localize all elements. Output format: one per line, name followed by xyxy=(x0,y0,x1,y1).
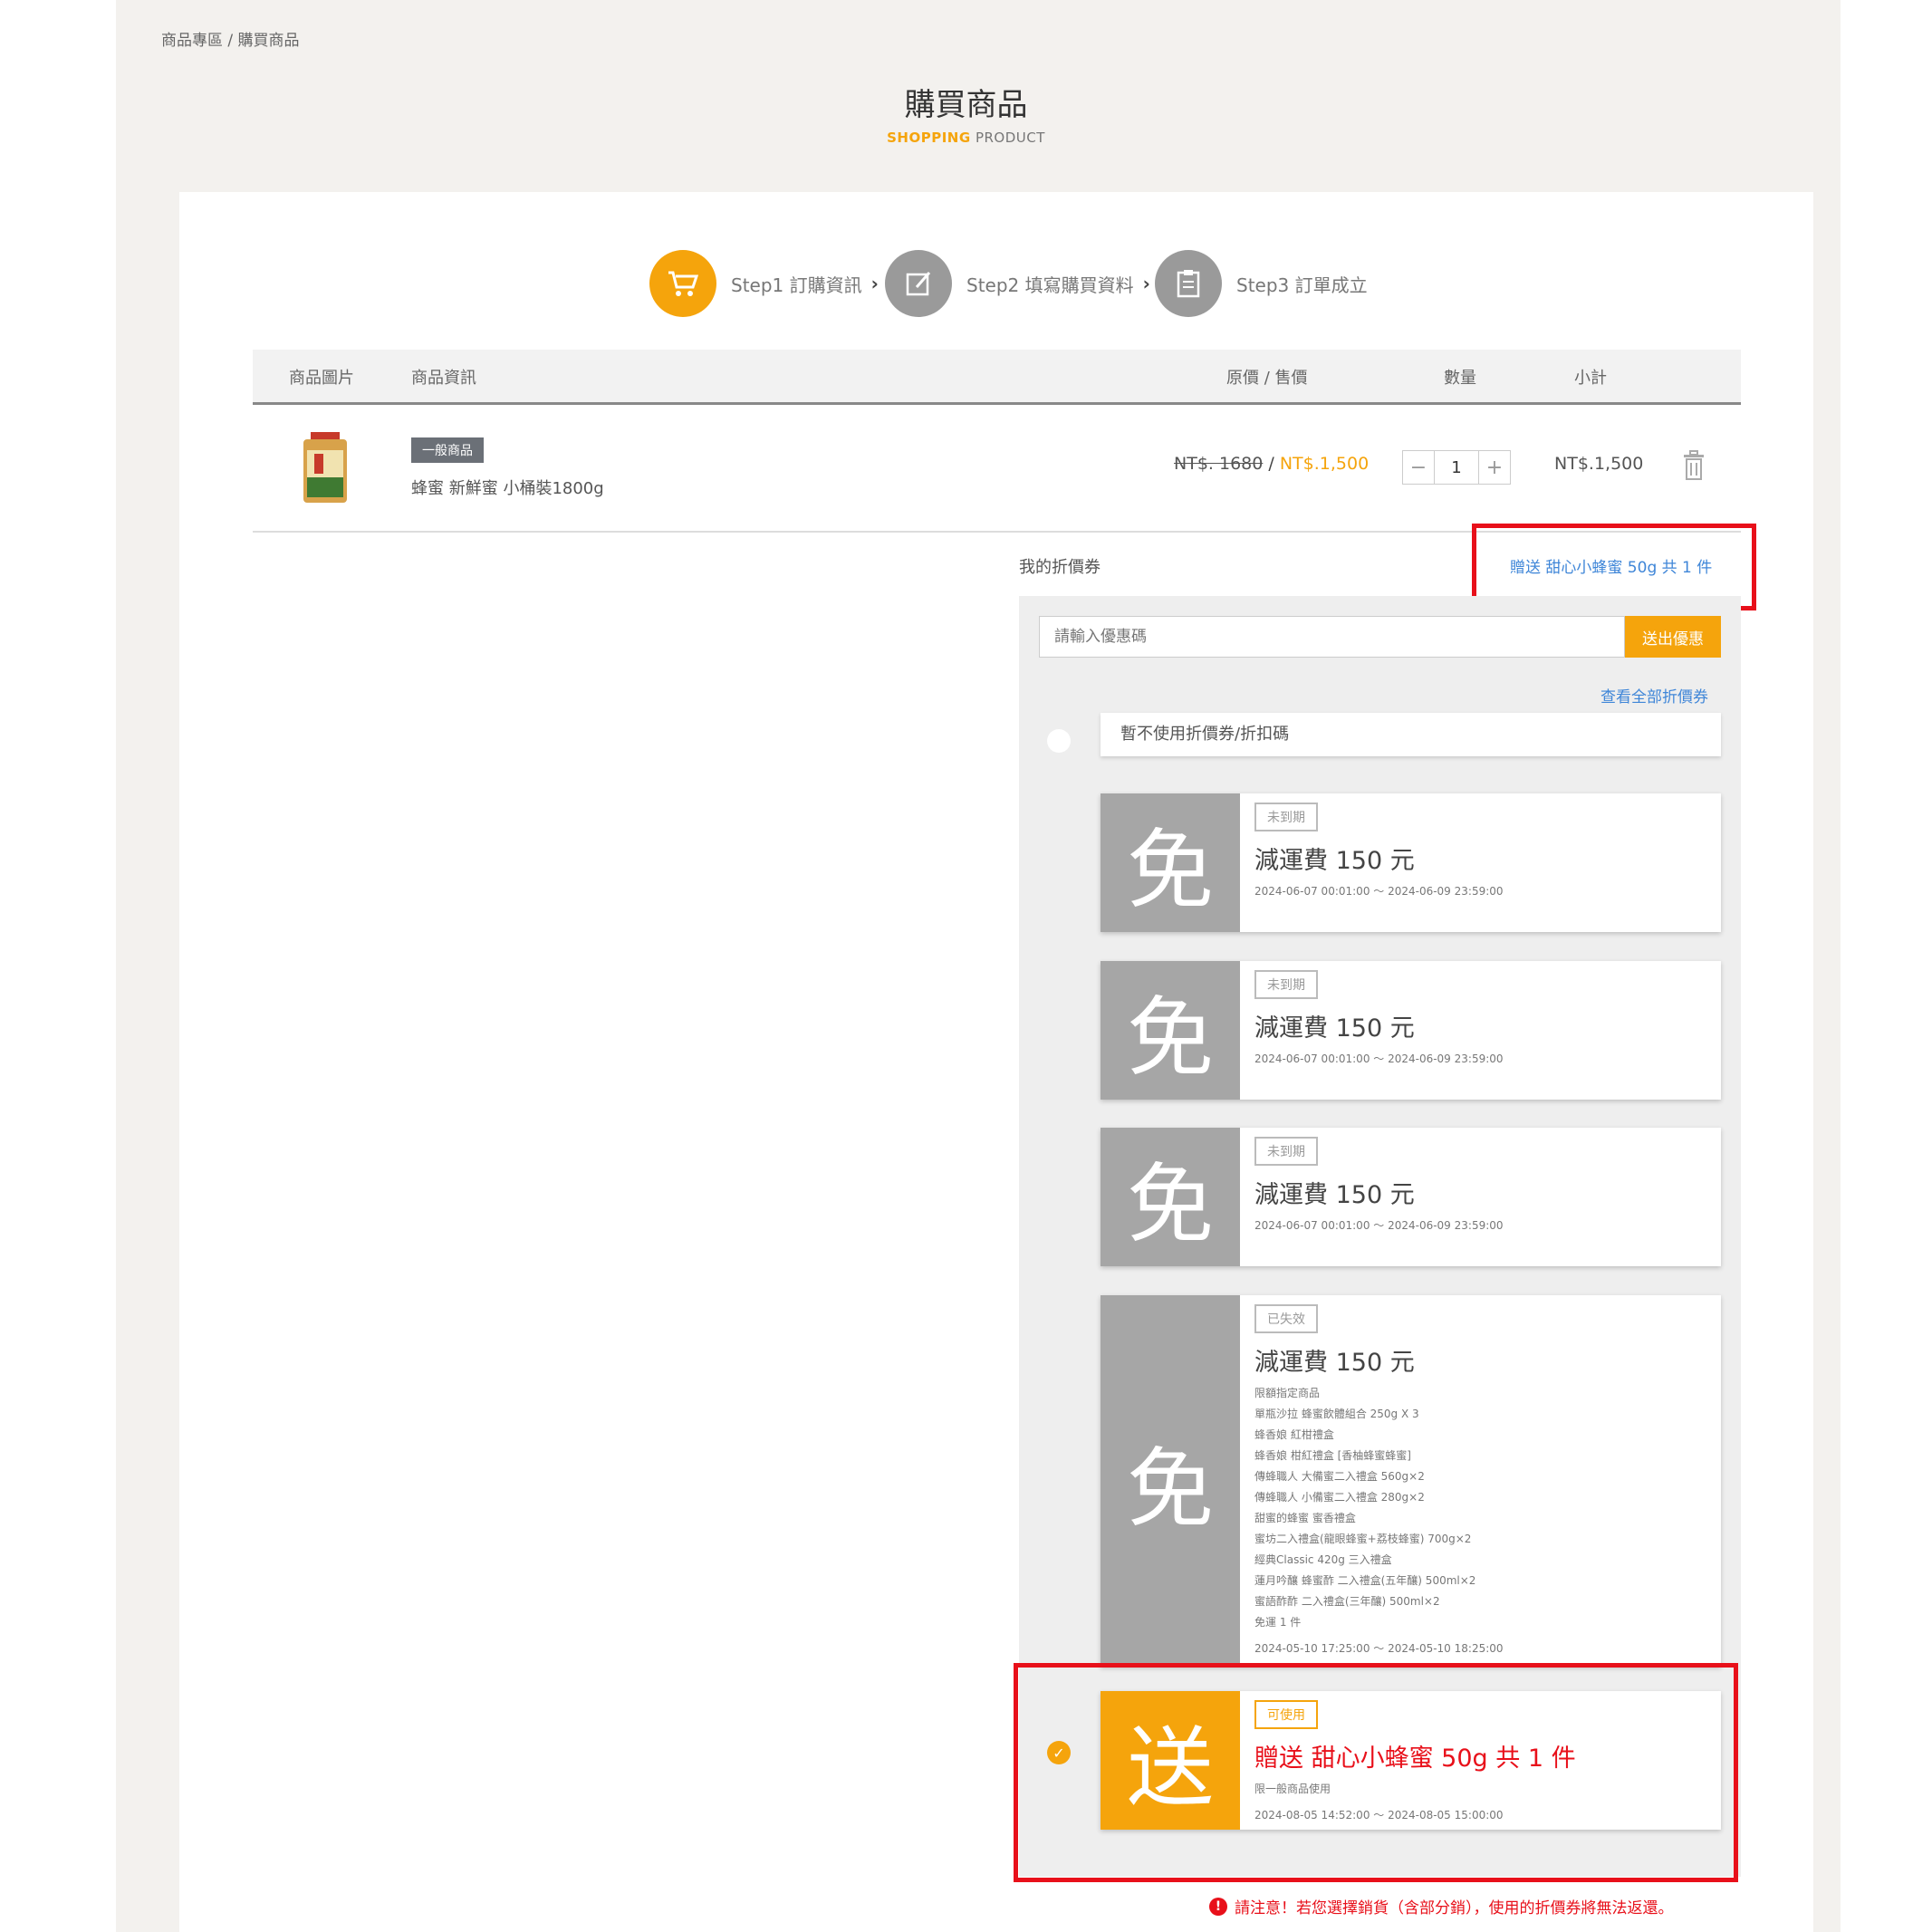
coupon-card[interactable]: 免 未到期 減運費 150 元 2024-06-07 00:01:00 ～ 20… xyxy=(1101,793,1721,932)
coupon-code-input[interactable] xyxy=(1039,616,1625,658)
coupon-card[interactable]: 免 未到期 減運費 150 元 2024-06-07 00:01:00 ～ 20… xyxy=(1101,961,1721,1100)
chevron-right-icon: › xyxy=(870,273,879,294)
product-price: NT$. 1680 / NT$.1,500 xyxy=(1174,454,1369,474)
coupon-card[interactable]: 免 未到期 減運費 150 元 2024-06-07 00:01:00 ～ 20… xyxy=(1101,1128,1721,1266)
coupon-glyph: 免 xyxy=(1101,961,1240,1100)
no-coupon-option[interactable]: 暫不使用折價券/折扣碼 xyxy=(1101,713,1721,756)
coupon-note-line: 蜜坊二入禮盒(龍眼蜂蜜+荔枝蜂蜜) 700g×2 xyxy=(1254,1533,1472,1545)
step-2: Step2 填寫購買資料 › xyxy=(885,250,1150,317)
product-name[interactable]: 蜂蜜 新鮮蜜 小桶裝1800g xyxy=(411,476,604,499)
coupon-status: 已失效 xyxy=(1254,1304,1318,1333)
step-1: Step1 訂購資訊 › xyxy=(649,250,879,317)
coupon-note-line: 傳蜂職人 大備蜜二入禮盒 560g×2 xyxy=(1254,1470,1425,1483)
quantity-stepper: − 1 + xyxy=(1402,450,1511,485)
step-2-label: Step2 填寫購買資料 xyxy=(966,274,1134,296)
highlight-box xyxy=(1014,1663,1738,1882)
coupon-notes: 限額指定商品 單瓶沙拉 蜂蜜飲體組合 250g X 3 蜂香娘 紅柑禮盒 蜂香娘… xyxy=(1254,1383,1712,1633)
step-3-label: Step3 訂單成立 xyxy=(1236,274,1368,296)
cart-table-header: 商品圖片 商品資訊 原價 / 售價 數量 小計 xyxy=(253,350,1741,405)
product-image[interactable] xyxy=(298,430,352,506)
header-quantity: 數量 xyxy=(1444,369,1476,388)
submit-code-button[interactable]: 送出優惠 xyxy=(1625,616,1721,658)
table-row: 一般商品 蜂蜜 新鮮蜜 小桶裝1800g NT$. 1680 / NT$.1,5… xyxy=(253,405,1741,533)
coupon-glyph: 免 xyxy=(1101,793,1240,932)
coupon-note-line: 單瓶沙拉 蜂蜜飲體組合 250g X 3 xyxy=(1254,1408,1419,1420)
coupon-status: 未到期 xyxy=(1254,1137,1318,1166)
header-price: 原價 / 售價 xyxy=(1226,369,1308,388)
sale-price: NT$.1,500 xyxy=(1279,454,1370,474)
chevron-right-icon: › xyxy=(1142,273,1150,294)
coupon-date: 2024-06-07 00:01:00 ～ 2024-06-09 23:59:0… xyxy=(1254,1219,1504,1232)
clipboard-icon xyxy=(1155,250,1222,317)
coupon-title: 減運費 150 元 xyxy=(1254,1181,1415,1209)
coupon-title: 減運費 150 元 xyxy=(1254,847,1415,875)
original-price: NT$. 1680 xyxy=(1174,454,1264,474)
row-subtotal: NT$.1,500 xyxy=(1554,454,1644,474)
page-subtitle: SHOPPING PRODUCT xyxy=(0,130,1932,146)
warning-text: 請注意！若您選擇銷貨（含部分銷），使用的折價券將無法返還。 xyxy=(1235,1899,1674,1918)
trash-icon[interactable] xyxy=(1680,450,1707,481)
coupon-date: 2024-06-07 00:01:00 ～ 2024-06-09 23:59:0… xyxy=(1254,885,1504,898)
decrease-button[interactable]: − xyxy=(1403,451,1434,484)
increase-button[interactable]: + xyxy=(1479,451,1510,484)
subtitle-shopping: SHOPPING xyxy=(887,130,971,146)
coupon-date: 2024-05-10 17:25:00 ～ 2024-05-10 18:25:0… xyxy=(1254,1642,1504,1655)
coupon-status: 未到期 xyxy=(1254,970,1318,999)
edit-icon xyxy=(885,250,952,317)
cart-icon xyxy=(649,250,716,317)
coupon-note-line: 蓮月吟釀 蜂蜜酢 二入禮盒(五年釀) 500ml×2 xyxy=(1254,1574,1476,1587)
step-1-label: Step1 訂購資訊 xyxy=(731,274,862,296)
coupon-title: 減運費 150 元 xyxy=(1254,1014,1415,1043)
coupon-note-line: 蜂香娘 紅柑禮盒 xyxy=(1254,1428,1334,1441)
coupon-note-line: 蜜語酢酢 二入禮盒(三年釀) 500ml×2 xyxy=(1254,1595,1440,1608)
step-3: Step3 訂單成立 xyxy=(1155,250,1368,317)
header-info: 商品資訊 xyxy=(411,369,476,388)
coupon-note-line: 免運 1 件 xyxy=(1254,1616,1302,1629)
coupon-note-line: 經典Classic 420g 三入禮盒 xyxy=(1254,1553,1392,1566)
price-separator: / xyxy=(1263,454,1280,474)
coupon-glyph: 免 xyxy=(1101,1295,1240,1667)
breadcrumb[interactable]: 商品專區 / 購買商品 xyxy=(161,27,300,50)
product-type-badge: 一般商品 xyxy=(411,437,484,463)
header-image: 商品圖片 xyxy=(289,369,354,388)
coupon-title: 減運費 150 元 xyxy=(1254,1349,1415,1377)
subtitle-product: PRODUCT xyxy=(975,130,1045,146)
view-all-coupons-link[interactable]: 查看全部折價券 xyxy=(1600,684,1708,706)
coupon-status: 未到期 xyxy=(1254,803,1318,831)
coupon-note-line: 甜蜜的蜂蜜 蜜香禮盒 xyxy=(1254,1512,1356,1524)
quantity-value[interactable]: 1 xyxy=(1434,451,1479,484)
page-title: 購買商品 xyxy=(904,87,1028,123)
radio-no-coupon[interactable] xyxy=(1047,729,1071,753)
header-subtotal: 小計 xyxy=(1574,369,1607,388)
warning-message: ! 請注意！若您選擇銷貨（含部分銷），使用的折價券將無法返還。 xyxy=(1209,1895,1674,1918)
coupon-note-line: 蜂香娘 柑紅禮盒 [香柚蜂蜜蜂蜜] xyxy=(1254,1449,1411,1462)
coupon-date: 2024-06-07 00:01:00 ～ 2024-06-09 23:59:0… xyxy=(1254,1053,1504,1065)
my-coupons-label: 我的折價券 xyxy=(1019,558,1101,577)
coupon-card[interactable]: 免 已失效 減運費 150 元 限額指定商品 單瓶沙拉 蜂蜜飲體組合 250g … xyxy=(1101,1295,1721,1667)
coupon-note-line: 傳蜂職人 小備蜜二入禮盒 280g×2 xyxy=(1254,1491,1425,1504)
coupon-note-line: 限額指定商品 xyxy=(1254,1387,1321,1399)
alert-icon: ! xyxy=(1209,1897,1227,1916)
coupon-glyph: 免 xyxy=(1101,1128,1240,1266)
